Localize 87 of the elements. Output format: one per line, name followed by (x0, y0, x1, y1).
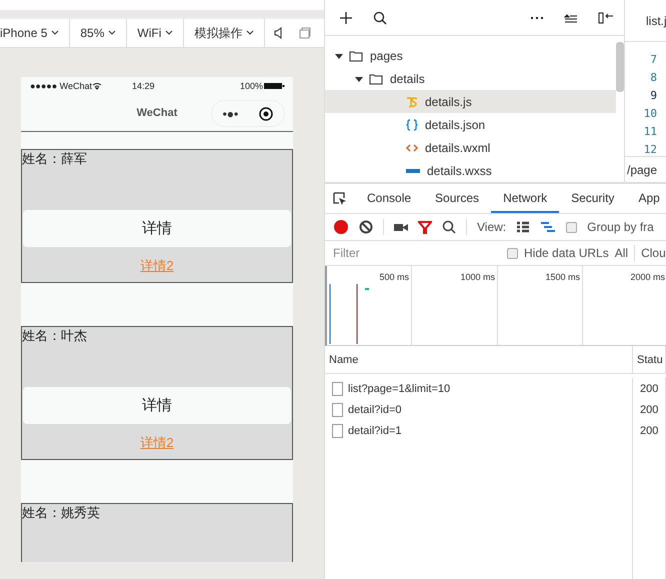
battery-icon (263, 82, 285, 90)
search-icon[interactable] (373, 10, 387, 24)
tree-item[interactable]: details.wxml (325, 136, 616, 159)
filter-field[interactable]: Filter (331, 245, 501, 261)
wifi-icon (92, 82, 102, 90)
timeline-tick: 1000 ms (412, 266, 498, 345)
js-file-icon (405, 94, 419, 108)
tree-item[interactable]: details.json (325, 113, 616, 136)
line-number: 7 (650, 52, 657, 68)
device-dropdown[interactable]: WiFi (127, 19, 184, 47)
checkbox[interactable] (507, 248, 518, 258)
line-number: 11 (644, 124, 657, 140)
folder-icon (349, 50, 364, 62)
chevron-icon (246, 30, 254, 36)
carrier-text: ●●●●● WeChat (30, 81, 92, 91)
details-button[interactable]: 详情 (23, 387, 291, 424)
battery-text: 100% (240, 81, 263, 91)
inspect-icon[interactable] (333, 192, 347, 206)
window-icon[interactable] (299, 27, 312, 39)
request-name[interactable]: detail?id=1 (325, 420, 633, 441)
more-text[interactable]: •●• (222, 106, 238, 120)
device-dropdown[interactable]: 模拟操作 (184, 19, 266, 47)
checkbox[interactable] (566, 222, 578, 232)
hide-data-urls-label: Hide data URLs (524, 246, 609, 260)
panel-arrow-icon[interactable] (598, 12, 614, 24)
nav-title: WeChat (136, 107, 178, 119)
timeline-tick: 2000 ms (583, 266, 666, 345)
line-number: 10 (644, 106, 657, 122)
line-number: 12 (644, 142, 657, 158)
chevron-icon (51, 30, 60, 36)
caret-icon (335, 52, 343, 60)
braces-icon (405, 118, 419, 132)
caret-icon (355, 74, 363, 82)
capsule-button[interactable]: •●• (211, 100, 285, 127)
timeline-markers-drawing (329, 284, 369, 344)
request-name[interactable]: list?page=1&limit=10 (325, 378, 633, 399)
plus-icon[interactable] (339, 10, 353, 24)
name-text: 姓名：姚秀英 (22, 504, 101, 522)
group-label: Group by fra (587, 220, 654, 234)
all-filter[interactable]: All (614, 246, 628, 260)
scrollbar-thumb[interactable] (616, 42, 624, 92)
status-cell: 200 (633, 378, 666, 399)
column-header[interactable]: Statu (633, 346, 666, 373)
chevron-icon (165, 30, 174, 36)
waterfall-icon[interactable] (540, 221, 556, 233)
column-header[interactable]: Name (325, 346, 633, 373)
status-cell: 200 (633, 420, 666, 441)
filter-icon[interactable] (418, 220, 432, 234)
timeline-tick: 500 ms (327, 266, 412, 345)
cloud-filter[interactable]: Clou (641, 246, 666, 260)
tree-item[interactable]: details.wxss (325, 159, 616, 182)
block-icon[interactable] (359, 220, 373, 234)
request-name[interactable]: detail?id=0 (325, 399, 633, 420)
tree-item[interactable]: pages (325, 44, 616, 67)
details-button[interactable]: 详情 (23, 210, 291, 247)
timeline-tick: 1500 ms (498, 266, 583, 345)
name-text: 姓名：薛军 (22, 150, 88, 168)
devtools-tab[interactable]: Network (491, 185, 560, 213)
name-text: 姓名：叶杰 (22, 327, 88, 345)
speaker-icon[interactable] (273, 27, 284, 39)
chevron-icon (108, 30, 116, 36)
file-icon (332, 424, 343, 438)
tree-item[interactable]: details (325, 67, 616, 90)
list-icon[interactable] (516, 221, 530, 233)
file-icon (332, 382, 343, 396)
clock-text: 14:29 (132, 81, 155, 91)
file-icon (332, 402, 343, 416)
device-dropdown[interactable]: iPhone 5 (0, 19, 70, 47)
video-camera-icon[interactable] (394, 222, 408, 232)
devtools-tab[interactable]: Console (355, 185, 424, 213)
collapse-icon[interactable] (564, 12, 578, 22)
device-dropdown[interactable]: 85% (70, 19, 128, 47)
search-icon[interactable] (442, 220, 456, 234)
folder-icon (369, 72, 384, 84)
editor-tab[interactable]: list.j (625, 0, 666, 42)
line-number: 9 (650, 88, 657, 104)
status-cell: 200 (633, 399, 666, 420)
record-icon[interactable] (259, 106, 274, 120)
view-label: View: (477, 220, 506, 234)
devtools-tab[interactable]: Sources (423, 185, 492, 213)
line-number: 8 (650, 70, 657, 86)
file-path: /page (625, 156, 666, 182)
devtools-tab[interactable]: Security (559, 185, 626, 213)
stylesheet-icon (405, 166, 421, 174)
devtools-tab[interactable]: App (626, 185, 666, 213)
tree-item[interactable]: details.js (325, 90, 616, 113)
more-icon[interactable] (530, 16, 544, 20)
